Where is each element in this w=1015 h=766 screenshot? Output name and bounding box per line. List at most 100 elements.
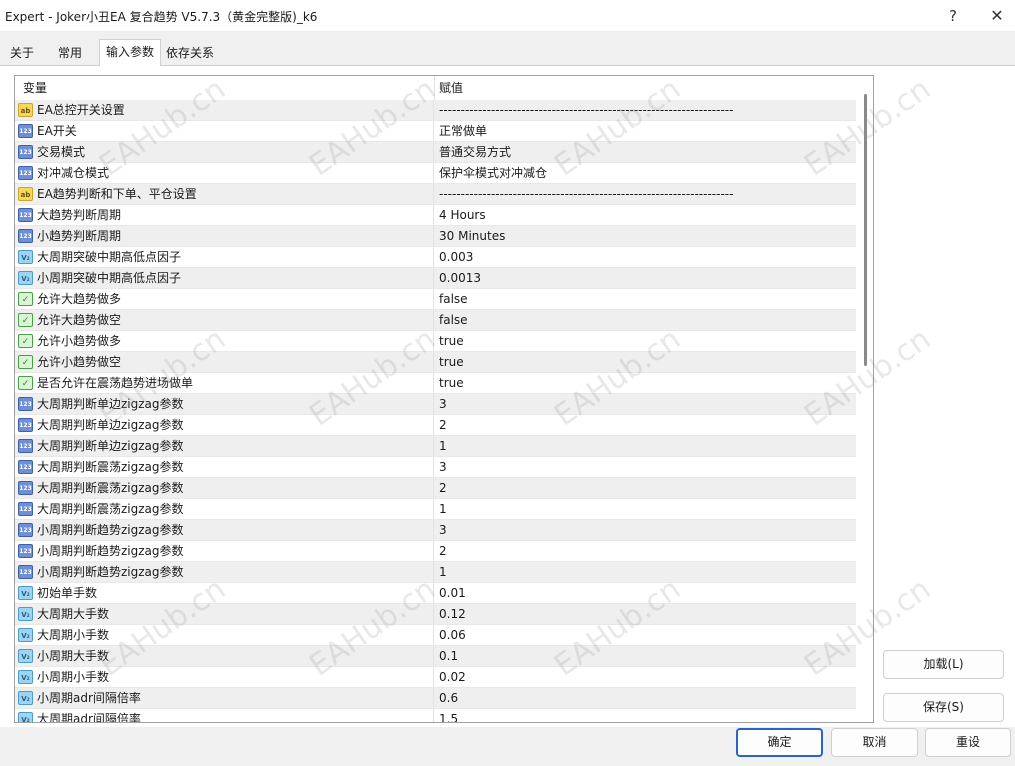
variable-cell[interactable]: 123 小周期判断趋势zigzag参数 — [15, 562, 434, 582]
value-cell[interactable]: 0.12 — [439, 604, 854, 624]
variable-cell[interactable]: V₂ 小周期小手数 — [15, 667, 434, 687]
value-cell[interactable]: 3 — [439, 457, 854, 477]
variable-cell[interactable]: ✓ 允许大趋势做多 — [15, 289, 434, 309]
value-cell[interactable]: 30 Minutes — [439, 226, 854, 246]
parameter-row[interactable]: 123 大周期判断震荡zigzag参数 3 — [15, 457, 856, 478]
value-cell[interactable]: true — [439, 331, 854, 351]
value-cell[interactable]: 普通交易方式 — [439, 142, 854, 162]
variable-cell[interactable]: V₂ 初始单手数 — [15, 583, 434, 603]
value-cell[interactable]: 2 — [439, 415, 854, 435]
value-cell[interactable]: true — [439, 373, 854, 393]
parameter-row[interactable]: V₂ 小周期小手数 0.02 — [15, 667, 856, 688]
parameter-row[interactable]: 123 大趋势判断周期 4 Hours — [15, 205, 856, 226]
value-cell[interactable]: 1 — [439, 562, 854, 582]
value-cell[interactable]: 0.02 — [439, 667, 854, 687]
variable-cell[interactable]: 123 大周期判断单边zigzag参数 — [15, 436, 434, 456]
parameter-row[interactable]: V₂ 大周期突破中期高低点因子 0.003 — [15, 247, 856, 268]
value-cell[interactable]: ----------------------------------------… — [439, 184, 854, 204]
parameter-row[interactable]: 123 小周期判断趋势zigzag参数 1 — [15, 562, 856, 583]
column-divider[interactable] — [434, 76, 435, 100]
value-cell[interactable]: 2 — [439, 478, 854, 498]
parameter-row[interactable]: V₂ 大周期小手数 0.06 — [15, 625, 856, 646]
variable-cell[interactable]: 123 小周期判断趋势zigzag参数 — [15, 520, 434, 540]
value-cell[interactable]: 1 — [439, 499, 854, 519]
parameter-row[interactable]: V₂ 初始单手数 0.01 — [15, 583, 856, 604]
parameter-row[interactable]: 123 小周期判断趋势zigzag参数 3 — [15, 520, 856, 541]
load-button[interactable]: 加载(L) — [883, 650, 1004, 679]
value-cell[interactable]: 0.0013 — [439, 268, 854, 288]
parameter-row[interactable]: ab EA趋势判断和下单、平仓设置 ------------------------… — [15, 184, 856, 205]
value-cell[interactable]: 3 — [439, 520, 854, 540]
variable-cell[interactable]: 123 对冲减仓模式 — [15, 163, 434, 183]
parameter-row[interactable]: V₂ 大周期adr间隔倍率 1.5 — [15, 709, 856, 722]
parameter-row[interactable]: 123 小趋势判断周期 30 Minutes — [15, 226, 856, 247]
variable-cell[interactable]: V₂ 大周期突破中期高低点因子 — [15, 247, 434, 267]
variable-cell[interactable]: V₂ 大周期adr间隔倍率 — [15, 709, 434, 722]
reset-button[interactable]: 重设 — [925, 728, 1011, 757]
value-cell[interactable]: true — [439, 352, 854, 372]
value-cell[interactable]: 1 — [439, 436, 854, 456]
parameter-row[interactable]: 123 大周期判断单边zigzag参数 3 — [15, 394, 856, 415]
value-cell[interactable]: 3 — [439, 394, 854, 414]
value-cell[interactable]: 正常做单 — [439, 121, 854, 141]
variable-cell[interactable]: 123 大周期判断震荡zigzag参数 — [15, 499, 434, 519]
variable-cell[interactable]: ab EA总控开关设置 — [15, 100, 434, 120]
value-cell[interactable]: 4 Hours — [439, 205, 854, 225]
variable-cell[interactable]: 123 大周期判断单边zigzag参数 — [15, 415, 434, 435]
variable-cell[interactable]: V₂ 大周期大手数 — [15, 604, 434, 624]
variable-cell[interactable]: 123 交易模式 — [15, 142, 434, 162]
value-cell[interactable]: false — [439, 310, 854, 330]
variable-cell[interactable]: V₂ 小周期大手数 — [15, 646, 434, 666]
cancel-button[interactable]: 取消 — [831, 728, 918, 757]
tab-inputs[interactable]: 输入参数 — [99, 39, 162, 66]
value-cell[interactable]: 2 — [439, 541, 854, 561]
variable-cell[interactable]: ✓ 允许小趋势做多 — [15, 331, 434, 351]
parameter-row[interactable]: 123 对冲减仓模式 保护伞模式对冲减仓 — [15, 163, 856, 184]
parameter-row[interactable]: ✓ 是否允许在震荡趋势进场做单 true — [15, 373, 856, 394]
scrollbar-thumb[interactable] — [864, 94, 867, 366]
variable-cell[interactable]: V₂ 小周期突破中期高低点因子 — [15, 268, 434, 288]
variable-cell[interactable]: 123 大趋势判断周期 — [15, 205, 434, 225]
variable-cell[interactable]: 123 大周期判断震荡zigzag参数 — [15, 478, 434, 498]
parameter-row[interactable]: 123 EA开关 正常做单 — [15, 121, 856, 142]
value-cell[interactable]: ----------------------------------------… — [439, 100, 854, 120]
column-header-value[interactable]: 赋值 — [439, 76, 463, 100]
parameter-row[interactable]: 123 交易模式 普通交易方式 — [15, 142, 856, 163]
parameter-row[interactable]: ab EA总控开关设置 ------------------------------… — [15, 100, 856, 121]
variable-cell[interactable]: 123 小趋势判断周期 — [15, 226, 434, 246]
parameter-row[interactable]: 123 大周期判断震荡zigzag参数 1 — [15, 499, 856, 520]
value-cell[interactable]: false — [439, 289, 854, 309]
variable-cell[interactable]: V₂ 小周期adr间隔倍率 — [15, 688, 434, 708]
variable-cell[interactable]: 123 EA开关 — [15, 121, 434, 141]
variable-cell[interactable]: 123 大周期判断震荡zigzag参数 — [15, 457, 434, 477]
variable-cell[interactable]: ✓ 是否允许在震荡趋势进场做单 — [15, 373, 434, 393]
tab-about[interactable]: 关于 — [4, 42, 40, 66]
value-cell[interactable]: 0.01 — [439, 583, 854, 603]
value-cell[interactable]: 0.6 — [439, 688, 854, 708]
parameter-row[interactable]: V₂ 小周期adr间隔倍率 0.6 — [15, 688, 856, 709]
parameter-row[interactable]: V₂ 小周期大手数 0.1 — [15, 646, 856, 667]
value-cell[interactable]: 0.1 — [439, 646, 854, 666]
parameter-row[interactable]: ✓ 允许小趋势做空 true — [15, 352, 856, 373]
variable-cell[interactable]: V₂ 大周期小手数 — [15, 625, 434, 645]
vertical-scrollbar[interactable] — [859, 76, 873, 722]
tab-dependencies[interactable]: 依存关系 — [160, 42, 220, 66]
value-cell[interactable]: 1.5 — [439, 709, 854, 722]
column-header-variable[interactable]: 变量 — [23, 76, 47, 100]
parameter-row[interactable]: ✓ 允许大趋势做多 false — [15, 289, 856, 310]
parameter-row[interactable]: V₂ 小周期突破中期高低点因子 0.0013 — [15, 268, 856, 289]
parameter-row[interactable]: V₂ 大周期大手数 0.12 — [15, 604, 856, 625]
variable-cell[interactable]: 123 大周期判断单边zigzag参数 — [15, 394, 434, 414]
variable-cell[interactable]: ✓ 允许大趋势做空 — [15, 310, 434, 330]
variable-cell[interactable]: 123 小周期判断趋势zigzag参数 — [15, 541, 434, 561]
value-cell[interactable]: 保护伞模式对冲减仓 — [439, 163, 854, 183]
variable-cell[interactable]: ✓ 允许小趋势做空 — [15, 352, 434, 372]
parameter-row[interactable]: 123 大周期判断单边zigzag参数 1 — [15, 436, 856, 457]
parameter-row[interactable]: 123 小周期判断趋势zigzag参数 2 — [15, 541, 856, 562]
parameter-row[interactable]: ✓ 允许小趋势做多 true — [15, 331, 856, 352]
tab-common[interactable]: 常用 — [52, 42, 88, 66]
parameter-row[interactable]: ✓ 允许大趋势做空 false — [15, 310, 856, 331]
parameter-row[interactable]: 123 大周期判断震荡zigzag参数 2 — [15, 478, 856, 499]
ok-button[interactable]: 确定 — [736, 728, 823, 757]
close-button[interactable]: ✕ — [982, 2, 1012, 30]
